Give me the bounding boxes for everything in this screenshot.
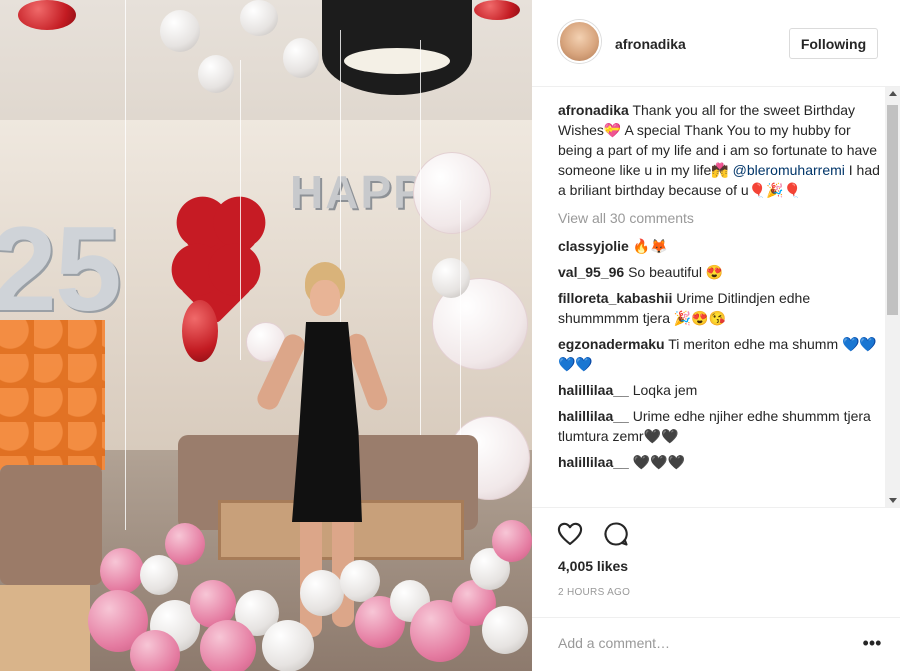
arm bbox=[254, 331, 308, 413]
comment-item: halillilaa__ 🖤🖤🖤 bbox=[558, 452, 884, 472]
comment-username[interactable]: halillilaa__ bbox=[558, 454, 629, 470]
comment-text: Loqka jem bbox=[632, 382, 698, 398]
balloon-string bbox=[240, 60, 241, 360]
post-username[interactable]: afronadika bbox=[615, 36, 686, 52]
comment-item: val_95_96 So beautiful 😍 bbox=[558, 262, 884, 282]
shelf bbox=[0, 585, 90, 671]
comment-item: halillilaa__ Loqka jem bbox=[558, 380, 884, 400]
scroll-down-arrow-icon[interactable] bbox=[889, 498, 897, 503]
orange-balloon-stack bbox=[0, 320, 105, 470]
comment-username[interactable]: halillilaa__ bbox=[558, 408, 629, 424]
white-balloon bbox=[240, 0, 278, 36]
pink-balloon bbox=[492, 520, 532, 562]
caption-mention[interactable]: @bleromuharremi bbox=[733, 162, 845, 178]
comment-text: 🖤🖤🖤 bbox=[632, 454, 686, 470]
balloon-number-right: 5 bbox=[55, 202, 122, 336]
add-comment-bar: ••• bbox=[532, 617, 900, 671]
white-balloon bbox=[160, 10, 200, 52]
comment-item: egzonadermaku Ti meriton edhe ma shumm 💙… bbox=[558, 334, 884, 374]
scroll-thumb[interactable] bbox=[887, 105, 898, 315]
comment-bubble-icon[interactable] bbox=[602, 520, 630, 548]
pink-balloon bbox=[100, 548, 144, 594]
post-actions: 4,005 likes 2 HOURS AGO bbox=[532, 507, 900, 617]
likes-count[interactable]: 4,005 likes bbox=[558, 558, 628, 574]
red-balloon bbox=[182, 300, 218, 362]
add-comment-input[interactable] bbox=[558, 628, 838, 658]
pink-balloon bbox=[200, 620, 256, 671]
face bbox=[310, 280, 340, 316]
balloon-string bbox=[125, 0, 126, 530]
comments-list: afronadika Thank you all for the sweet B… bbox=[558, 100, 884, 505]
balloon-string bbox=[420, 40, 421, 440]
comment-text: 🔥🦊 bbox=[632, 238, 668, 254]
post-header: afronadika Following bbox=[532, 0, 900, 87]
scroll-up-arrow-icon[interactable] bbox=[889, 91, 897, 96]
white-balloon bbox=[283, 38, 319, 78]
red-balloon bbox=[18, 0, 76, 30]
white-balloon bbox=[262, 620, 314, 671]
balloon-number-left: 2 bbox=[0, 202, 57, 336]
comment-username[interactable]: classyjolie bbox=[558, 238, 629, 254]
sofa-left bbox=[0, 465, 102, 585]
white-balloon bbox=[300, 570, 344, 616]
red-balloon bbox=[474, 0, 520, 20]
comment-username[interactable]: val_95_96 bbox=[558, 264, 624, 280]
post-timestamp: 2 HOURS AGO bbox=[558, 587, 631, 598]
view-all-comments-link[interactable]: View all 30 comments bbox=[558, 208, 884, 228]
ceiling-lamp bbox=[322, 0, 472, 95]
comment-text: So beautiful 😍 bbox=[628, 264, 724, 280]
following-button[interactable]: Following bbox=[789, 28, 878, 59]
heart-icon[interactable] bbox=[556, 520, 584, 548]
comment-username[interactable]: filloreta_kabashii bbox=[558, 290, 672, 306]
white-balloon bbox=[482, 606, 528, 654]
post-side-panel: afronadika Following afronadika Thank yo… bbox=[532, 0, 900, 671]
caption-username[interactable]: afronadika bbox=[558, 102, 629, 118]
white-balloon bbox=[432, 258, 470, 298]
more-options-icon[interactable]: ••• bbox=[862, 628, 882, 658]
comment-item: classyjolie 🔥🦊 bbox=[558, 236, 884, 256]
post-photo[interactable]: 2 5 HAPPY bbox=[0, 0, 532, 671]
comment-username[interactable]: halillilaa__ bbox=[558, 382, 629, 398]
clear-balloon bbox=[413, 152, 491, 234]
comment-item: halillilaa__ Urime edhe njiher edhe shum… bbox=[558, 406, 884, 446]
comment-item: filloreta_kabashii Urime Ditlindjen edhe… bbox=[558, 288, 884, 328]
comment-username[interactable]: egzonadermaku bbox=[558, 336, 665, 352]
white-balloon bbox=[140, 555, 178, 595]
post-caption: afronadika Thank you all for the sweet B… bbox=[558, 100, 884, 200]
avatar[interactable] bbox=[558, 20, 601, 63]
white-balloon bbox=[198, 55, 234, 93]
comments-scrollbar[interactable] bbox=[885, 87, 900, 507]
